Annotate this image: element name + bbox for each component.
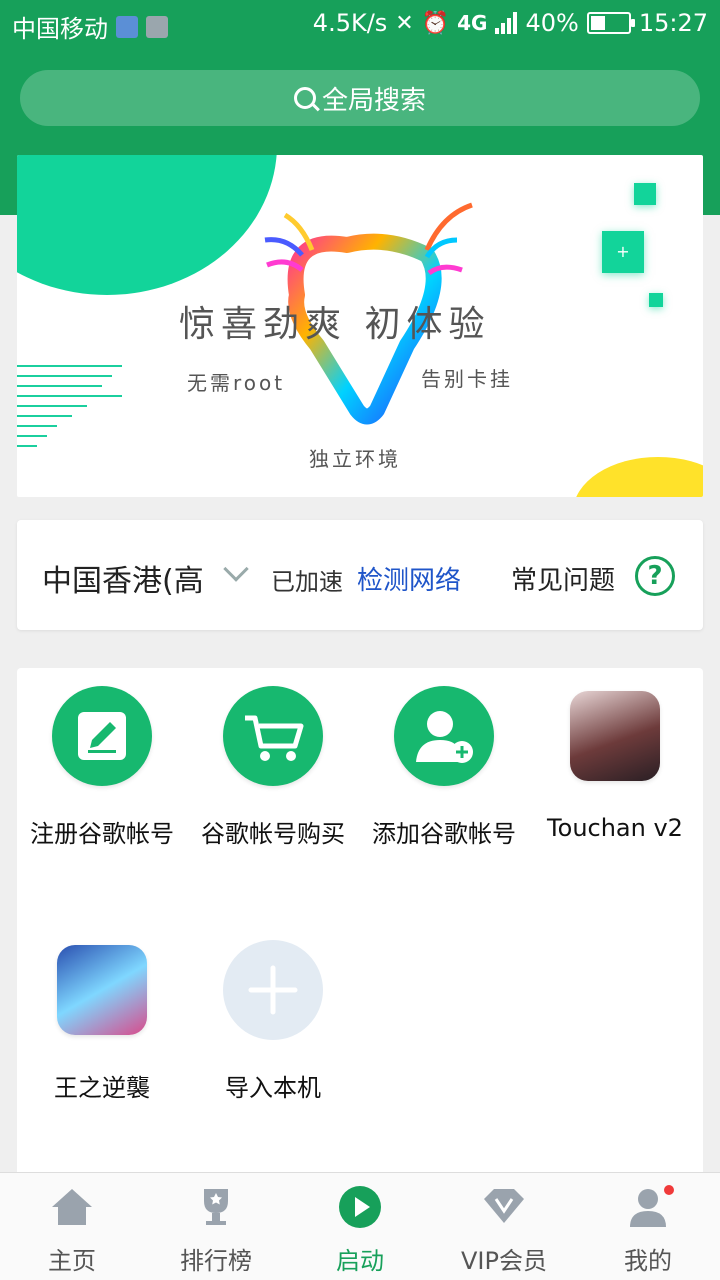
help-icon[interactable]: ? (635, 556, 675, 596)
network-speed: 4.5K/s (312, 9, 388, 37)
gallery-notification-icon (146, 15, 168, 38)
nav-ranking[interactable]: 排行榜 (144, 1173, 288, 1280)
app-buy-google[interactable]: 谷歌帐号购买 (188, 686, 358, 849)
banner-title: 惊喜劲爽 初体验 (179, 304, 491, 345)
app-touchan[interactable]: Touchan v2 (530, 686, 700, 842)
global-search-bar[interactable]: 全局搜索 (20, 70, 700, 126)
banner-yellow-shape (573, 457, 703, 497)
banner-plus-square: + (602, 231, 644, 273)
banner-stripes (17, 365, 122, 455)
play-icon (338, 1185, 382, 1229)
app-label: 谷歌帐号购买 (201, 820, 345, 848)
app-add-google[interactable]: 添加谷歌帐号 (359, 686, 529, 849)
carrier-label: 中国移动 (12, 15, 108, 43)
clock: 15:27 (638, 9, 708, 37)
app-register-google[interactable]: 注册谷歌帐号 (17, 686, 187, 849)
search-icon (293, 87, 316, 109)
nav-vip[interactable]: VIP会员 (432, 1173, 576, 1280)
signal-icon (495, 12, 518, 34)
app-label: 注册谷歌帐号 (30, 820, 174, 848)
battery-percent: 40% (525, 9, 579, 37)
mute-icon: ✕ (395, 10, 414, 36)
trophy-icon (194, 1185, 238, 1229)
app-label: 导入本机 (225, 1074, 321, 1102)
banner-decor-square (649, 293, 663, 307)
health-app-icon (116, 15, 138, 38)
nav-label: 启动 (336, 1247, 384, 1275)
region-selector[interactable]: 中国香港(高 (42, 556, 204, 600)
banner-subtitle-bottom: 独立环境 (309, 447, 401, 471)
nav-home[interactable]: 主页 (0, 1173, 144, 1280)
add-user-icon (394, 686, 494, 786)
accelerated-status: 已加速 (271, 568, 343, 596)
plus-icon (223, 940, 323, 1040)
nav-profile[interactable]: 我的 (576, 1173, 720, 1280)
user-icon (626, 1183, 676, 1229)
app-label: 王之逆襲 (54, 1074, 150, 1102)
bottom-navigation: 主页 排行榜 启动 VIP会员 我的 (0, 1172, 720, 1280)
touchan-app-icon (570, 691, 660, 781)
shopping-cart-icon (223, 686, 323, 786)
nav-label: 排行榜 (180, 1247, 252, 1275)
nav-label: 我的 (624, 1247, 672, 1275)
app-label: 添加谷歌帐号 (372, 820, 516, 848)
edit-icon (52, 686, 152, 786)
app-grid: 注册谷歌帐号 谷歌帐号购买 添加谷歌帐号 Touchan v2 王之逆襲 导入本… (17, 668, 703, 1188)
banner-subtitle-left: 无需root (187, 371, 286, 395)
status-bar: 中国移动 4.5K/s ✕ ⏰ 4G 40% 15:27 (0, 0, 720, 50)
nav-launch[interactable]: 启动 (288, 1173, 432, 1280)
app-wangzhi[interactable]: 王之逆襲 (17, 940, 187, 1103)
app-import-local[interactable]: 导入本机 (188, 940, 358, 1103)
banner-subtitle-right: 告别卡挂 (421, 367, 513, 391)
app-label: Touchan v2 (547, 814, 683, 842)
check-network-link[interactable]: 检测网络 (357, 560, 461, 597)
banner-decor-square (634, 183, 656, 205)
home-icon (50, 1185, 94, 1229)
nav-label: VIP会员 (461, 1247, 547, 1275)
promo-banner[interactable]: + 惊喜劲爽 初体验 无需root 告别卡挂 独立环境 (17, 155, 703, 497)
wangzhi-game-icon (57, 945, 147, 1035)
search-placeholder: 全局搜索 (321, 85, 426, 116)
notification-dot (662, 1183, 676, 1197)
chevron-down-icon[interactable] (223, 556, 249, 582)
network-card: 中国香港(高 已加速 检测网络 常见问题 ? (17, 520, 703, 630)
banner-green-circle (17, 155, 277, 295)
alarm-icon: ⏰ (421, 10, 450, 36)
nav-label: 主页 (48, 1247, 96, 1275)
faq-link[interactable]: 常见问题 (511, 560, 615, 597)
vip-diamond-icon (482, 1185, 526, 1229)
network-type: 4G (457, 11, 488, 35)
battery-icon (586, 12, 635, 34)
